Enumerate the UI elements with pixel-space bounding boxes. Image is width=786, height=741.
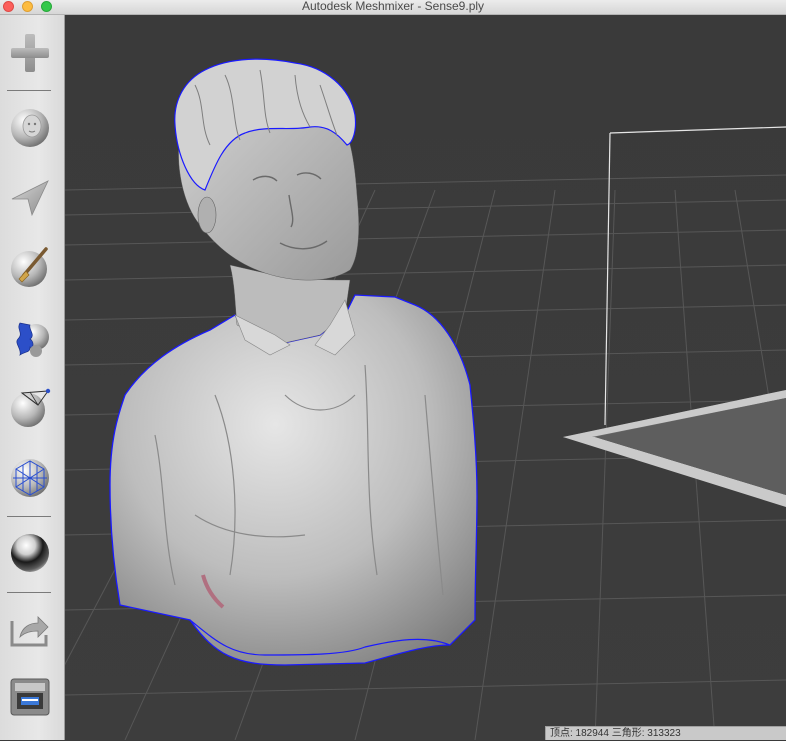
mesh-stats-statusbar: 顶点: 182944 三角形: 313323 <box>545 726 786 740</box>
printer-icon <box>10 678 50 716</box>
sidebar-separator <box>7 90 51 91</box>
print-button[interactable] <box>8 675 52 719</box>
shaders-button[interactable] <box>8 531 52 575</box>
plus-icon <box>11 34 49 72</box>
edit-button[interactable] <box>8 385 52 429</box>
window-title: Autodesk Meshmixer - Sense9.ply <box>301 0 485 13</box>
scene-canvas[interactable] <box>65 15 786 740</box>
stamp-sphere-icon <box>16 322 49 357</box>
meshmix-button[interactable] <box>8 105 52 149</box>
tool-sidebar <box>0 15 65 740</box>
arrow-cursor-icon <box>11 180 49 217</box>
window-titlebar: Autodesk Meshmixer - Sense9.ply <box>0 0 786 15</box>
import-button[interactable] <box>8 31 52 75</box>
sidebar-separator <box>7 516 51 517</box>
sculpt-button[interactable] <box>8 245 52 289</box>
brush-sphere-icon <box>11 247 48 287</box>
analysis-button[interactable] <box>8 455 52 499</box>
edit-sphere-icon <box>11 388 51 427</box>
stamp-button[interactable] <box>8 315 52 359</box>
sidebar-separator <box>7 592 51 593</box>
export-tray-icon <box>10 616 49 647</box>
export-button[interactable] <box>8 607 52 651</box>
select-button[interactable] <box>8 175 52 219</box>
mesh-sphere-icon <box>11 459 49 497</box>
chrome-sphere-icon <box>11 534 49 572</box>
face-sphere-icon <box>11 109 49 147</box>
3d-viewport[interactable] <box>65 15 786 740</box>
